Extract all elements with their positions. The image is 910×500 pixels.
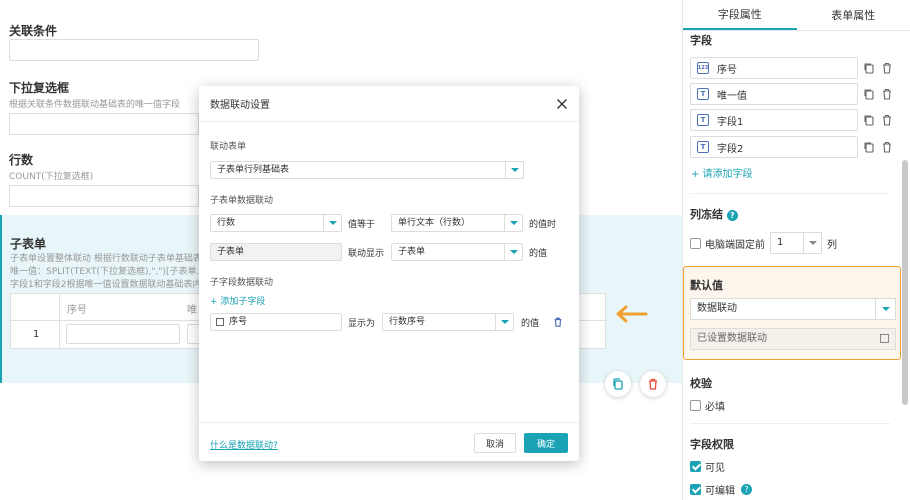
panel-scrollbar[interactable] bbox=[902, 160, 908, 405]
visible-row: 可见 bbox=[690, 459, 725, 474]
cond-field-value: 行数 bbox=[217, 218, 236, 228]
modal-header: 数据联动设置 bbox=[199, 86, 579, 122]
editable-row: 可编辑 ? bbox=[690, 482, 752, 497]
freeze-checkbox[interactable] bbox=[690, 237, 701, 249]
sub-target-select[interactable]: 行数序号 bbox=[382, 313, 514, 331]
help-link[interactable]: 什么是数据联动? bbox=[210, 438, 278, 451]
trash-icon[interactable] bbox=[881, 141, 893, 153]
close-icon[interactable] bbox=[556, 98, 568, 110]
chevron-down-icon bbox=[495, 314, 513, 330]
number-icon: 123 bbox=[697, 62, 709, 74]
copy-icon[interactable] bbox=[863, 141, 875, 153]
when-text: 的值时 bbox=[529, 220, 557, 230]
panel-tabs: 字段属性 表单属性 bbox=[683, 0, 910, 31]
fields-title: 字段 bbox=[690, 34, 712, 47]
cond-field-select[interactable]: 行数 bbox=[210, 214, 342, 232]
help-icon[interactable]: ? bbox=[741, 484, 752, 495]
display-target-value: 子表单 bbox=[398, 247, 426, 257]
tab-form-properties[interactable]: 表单属性 bbox=[797, 0, 910, 30]
field-row-field2[interactable]: T 字段2 bbox=[690, 136, 858, 158]
trash-icon[interactable] bbox=[881, 88, 893, 100]
chevron-down-icon bbox=[504, 215, 522, 231]
freeze-label: 电脑端固定前 bbox=[705, 239, 765, 251]
text-icon: T bbox=[697, 141, 709, 153]
display-text: 联动显示 bbox=[348, 249, 385, 259]
show-as-text: 显示为 bbox=[348, 319, 376, 329]
data-link-modal: 数据联动设置 联动表单 子表单行列基础表 子表单数据联动 行数 值等于 单行文本… bbox=[199, 86, 579, 461]
cond-target-select[interactable]: 单行文本（行数） bbox=[391, 214, 523, 232]
permission-title: 字段权限 bbox=[690, 438, 734, 451]
edit-icon bbox=[880, 334, 889, 343]
trash-icon[interactable] bbox=[553, 317, 563, 327]
value-text: 的值 bbox=[529, 249, 548, 259]
field-label: 唯一值 bbox=[717, 90, 747, 102]
chevron-down-icon bbox=[504, 244, 522, 260]
freeze-title-text: 列冻结 bbox=[690, 208, 723, 221]
default-value-select[interactable]: 数据联动 bbox=[690, 298, 896, 320]
modal-title: 数据联动设置 bbox=[210, 100, 270, 111]
editable-checkbox[interactable] bbox=[690, 484, 701, 495]
linked-form-label: 联动表单 bbox=[210, 142, 247, 152]
confirm-button[interactable]: 确定 bbox=[524, 433, 568, 453]
trash-icon[interactable] bbox=[881, 114, 893, 126]
default-value: 数据联动 bbox=[697, 303, 737, 314]
display-target-select[interactable]: 子表单 bbox=[391, 243, 523, 261]
equals-text: 值等于 bbox=[348, 220, 376, 230]
tab-field-properties[interactable]: 字段属性 bbox=[683, 0, 797, 30]
modal-overlay: 数据联动设置 联动表单 子表单行列基础表 子表单数据联动 行数 值等于 单行文本… bbox=[0, 0, 682, 500]
field-row-field1[interactable]: T 字段1 bbox=[690, 109, 858, 131]
editable-label: 可编辑 bbox=[705, 486, 735, 497]
chevron-down-icon bbox=[875, 299, 895, 319]
visible-label: 可见 bbox=[705, 463, 725, 474]
sub-field-value: 序号 bbox=[229, 317, 248, 327]
subform-link-label: 子表单数据联动 bbox=[210, 196, 274, 206]
field-label: 字段1 bbox=[717, 116, 744, 128]
property-panel: 字段属性 表单属性 字段 123 序号 T 唯一值 T 字段1 T 字段2 + … bbox=[682, 0, 910, 500]
visible-checkbox[interactable] bbox=[690, 461, 701, 472]
validate-title: 校验 bbox=[690, 377, 712, 390]
freeze-count-select[interactable]: 1 bbox=[770, 232, 822, 254]
required-label: 必填 bbox=[705, 402, 725, 413]
default-value-section: 默认值 数据联动 已设置数据联动 bbox=[683, 266, 901, 360]
freeze-count-value: 1 bbox=[777, 237, 784, 248]
cancel-button[interactable]: 取消 bbox=[474, 433, 516, 453]
sub-field-box: 序号 bbox=[210, 313, 342, 331]
field-row-unique[interactable]: T 唯一值 bbox=[690, 83, 858, 105]
default-title: 默认值 bbox=[690, 279, 723, 292]
default-status-box[interactable]: 已设置数据联动 bbox=[690, 328, 896, 350]
freeze-title: 列冻结 ? bbox=[690, 206, 738, 222]
copy-icon[interactable] bbox=[863, 88, 875, 100]
chevron-down-icon bbox=[505, 162, 523, 178]
display-field-value: 子表单 bbox=[217, 247, 245, 257]
chevron-down-icon bbox=[803, 233, 821, 253]
linked-form-value: 子表单行列基础表 bbox=[217, 165, 290, 175]
text-icon: T bbox=[697, 88, 709, 100]
trash-icon[interactable] bbox=[881, 62, 893, 74]
help-icon[interactable]: ? bbox=[726, 209, 738, 221]
required-checkbox[interactable] bbox=[690, 400, 701, 411]
subfield-link-label: 子字段数据联动 bbox=[210, 278, 274, 288]
default-status: 已设置数据联动 bbox=[697, 333, 767, 344]
copy-icon[interactable] bbox=[863, 114, 875, 126]
chevron-down-icon bbox=[323, 215, 341, 231]
add-subfield-link[interactable]: + 添加子字段 bbox=[210, 294, 265, 307]
sub-target-value: 行数序号 bbox=[389, 317, 426, 327]
linked-form-select[interactable]: 子表单行列基础表 bbox=[210, 161, 524, 179]
field-row-seq[interactable]: 123 序号 bbox=[690, 57, 858, 79]
copy-icon[interactable] bbox=[863, 62, 875, 74]
add-field-link[interactable]: + 请添加字段 bbox=[691, 165, 753, 180]
freeze-row: 电脑端固定前 1 列 bbox=[690, 232, 837, 254]
list-icon bbox=[216, 318, 224, 326]
display-field-box: 子表单 bbox=[210, 243, 342, 261]
sub-value-text: 的值 bbox=[521, 319, 540, 329]
cond-target-value: 单行文本（行数） bbox=[398, 218, 471, 228]
field-label: 序号 bbox=[717, 64, 737, 76]
field-label: 字段2 bbox=[717, 143, 744, 155]
text-icon: T bbox=[697, 114, 709, 126]
required-row: 必填 bbox=[690, 398, 725, 413]
freeze-unit: 列 bbox=[827, 239, 837, 251]
